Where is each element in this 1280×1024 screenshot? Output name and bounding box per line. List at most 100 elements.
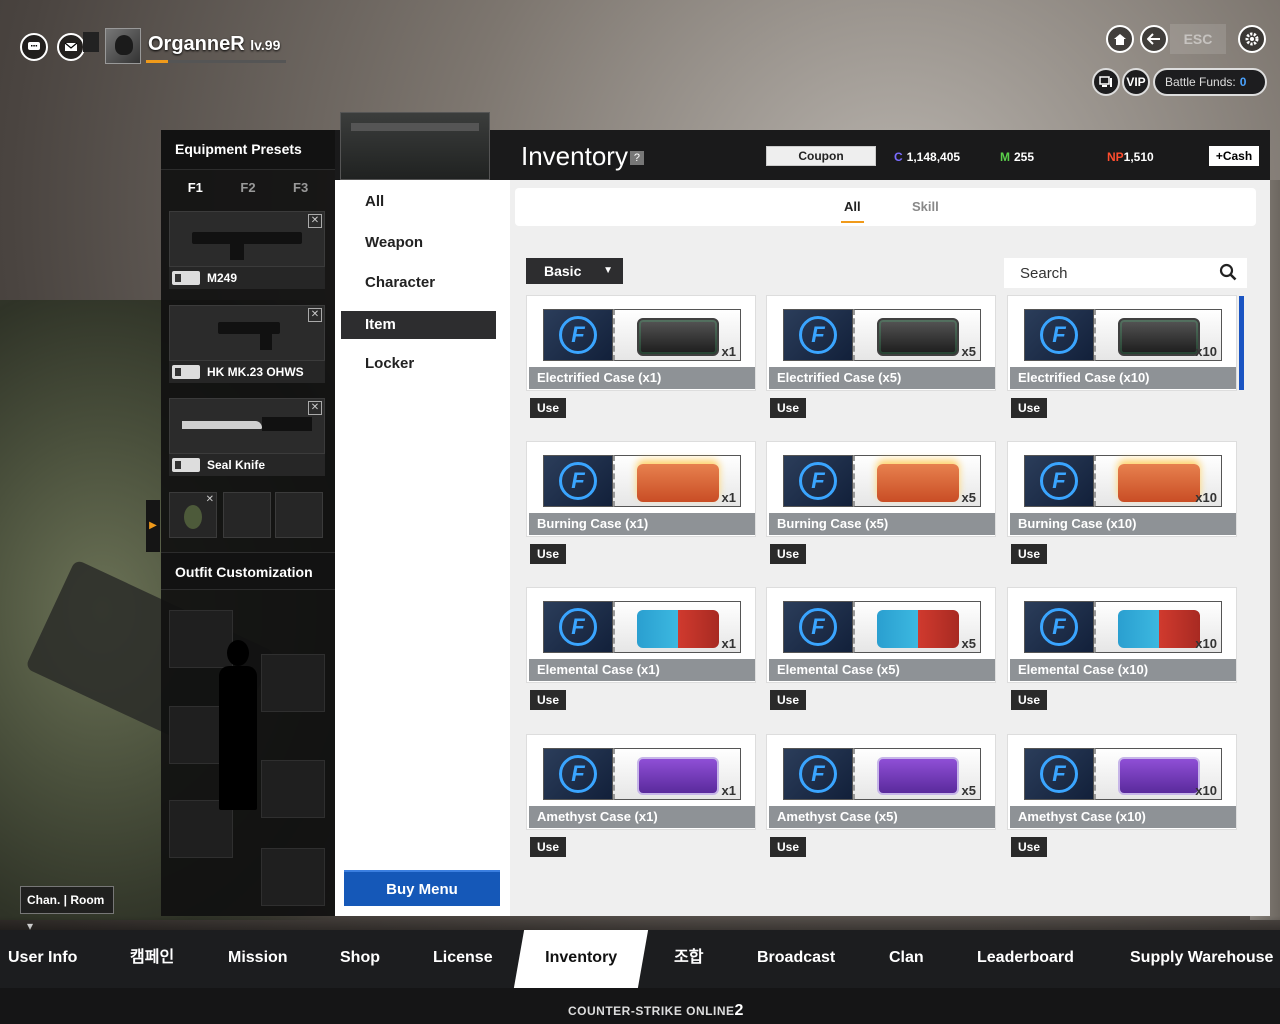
player-name: OrganneR lv.99 bbox=[148, 33, 280, 56]
preset-tab-f3[interactable]: F3 bbox=[286, 180, 316, 208]
item-card[interactable]: x1 Electrified Case (x1) bbox=[526, 295, 756, 391]
avatar[interactable] bbox=[105, 28, 141, 64]
machine-gun-icon bbox=[192, 232, 302, 244]
channel-room-button[interactable]: Chan. | Room ▾ bbox=[20, 886, 114, 933]
use-button[interactable]: Use bbox=[770, 398, 806, 418]
empty-grenade-slot[interactable] bbox=[275, 492, 323, 538]
subtab-all[interactable]: All bbox=[841, 199, 864, 223]
remove-secondary-icon[interactable]: ✕ bbox=[308, 308, 322, 322]
remove-melee-icon[interactable]: ✕ bbox=[308, 401, 322, 415]
filter-dropdown[interactable]: Basic ▼ bbox=[526, 258, 623, 284]
nav-combine[interactable]: 조합 bbox=[674, 930, 703, 988]
search-icon[interactable] bbox=[1219, 263, 1237, 281]
add-cash-button[interactable]: +Cash bbox=[1209, 146, 1259, 166]
mail-icon[interactable] bbox=[57, 33, 85, 61]
item-name: Electrified Case (x5) bbox=[769, 367, 995, 389]
nav-leaderboard[interactable]: Leaderboard bbox=[977, 930, 1074, 988]
item-name: Amethyst Case (x5) bbox=[769, 806, 995, 828]
use-button[interactable]: Use bbox=[530, 837, 566, 857]
exp-bar bbox=[146, 60, 286, 63]
item-card[interactable]: x5 Burning Case (x5) bbox=[766, 441, 996, 537]
nav-mission[interactable]: Mission bbox=[228, 930, 288, 988]
subtab-skill[interactable]: Skill bbox=[912, 199, 939, 214]
home-icon[interactable] bbox=[1106, 25, 1134, 53]
use-button[interactable]: Use bbox=[770, 690, 806, 710]
use-button[interactable]: Use bbox=[530, 690, 566, 710]
use-button[interactable]: Use bbox=[1011, 690, 1047, 710]
preset-tab-f1[interactable]: F1 bbox=[180, 180, 210, 218]
nav-clan[interactable]: Clan bbox=[889, 930, 924, 988]
nav-campaign[interactable]: 캠페인 bbox=[130, 930, 174, 988]
preset-tab-f2[interactable]: F2 bbox=[233, 180, 263, 208]
nav-broadcast[interactable]: Broadcast bbox=[757, 930, 835, 988]
esc-button[interactable]: ESC bbox=[1170, 24, 1226, 54]
coupon-button[interactable]: Coupon bbox=[766, 146, 876, 166]
id-card-icon bbox=[172, 365, 200, 379]
use-button[interactable]: Use bbox=[770, 837, 806, 857]
currency-c: C 1,148,405 bbox=[894, 150, 960, 164]
chat-icon[interactable] bbox=[20, 33, 48, 61]
category-all[interactable]: All bbox=[341, 188, 496, 216]
item-card[interactable]: x10 Amethyst Case (x10) bbox=[1007, 734, 1237, 830]
use-button[interactable]: Use bbox=[1011, 544, 1047, 564]
primary-weapon-slot[interactable]: ✕ bbox=[169, 211, 325, 267]
category-item[interactable]: Item bbox=[341, 311, 496, 339]
item-image: x10 bbox=[1094, 601, 1222, 653]
item-card[interactable]: x5 Amethyst Case (x5) bbox=[766, 734, 996, 830]
item-card[interactable]: x1 Amethyst Case (x1) bbox=[526, 734, 756, 830]
nav-user-info[interactable]: User Info bbox=[8, 930, 77, 988]
brand-logo-icon bbox=[799, 755, 837, 793]
item-card[interactable]: x10 Elemental Case (x10) bbox=[1007, 587, 1237, 683]
melee-weapon-label: Seal Knife bbox=[169, 454, 325, 476]
outfit-slot[interactable] bbox=[261, 760, 325, 818]
item-card[interactable]: x10 Burning Case (x10) bbox=[1007, 441, 1237, 537]
search-input[interactable] bbox=[1004, 258, 1204, 288]
category-character[interactable]: Character bbox=[341, 269, 496, 297]
outfit-slot[interactable] bbox=[261, 848, 325, 906]
game-logo: COUNTER-STRIKE ONLINE2 bbox=[568, 1002, 744, 1020]
nav-license[interactable]: License bbox=[433, 930, 493, 988]
use-button[interactable]: Use bbox=[530, 398, 566, 418]
outfit-slot[interactable] bbox=[261, 654, 325, 712]
nav-supply-warehouse[interactable]: Supply Warehouse bbox=[1130, 930, 1273, 988]
item-card[interactable]: x10 Electrified Case (x10) bbox=[1007, 295, 1237, 391]
vip-badge[interactable]: VIP bbox=[1122, 68, 1150, 96]
brand-logo-icon bbox=[559, 462, 597, 500]
player-level: lv.99 bbox=[250, 37, 281, 53]
item-card[interactable]: x5 Electrified Case (x5) bbox=[766, 295, 996, 391]
item-card[interactable]: x5 Elemental Case (x5) bbox=[766, 587, 996, 683]
primary-weapon-label: M249 bbox=[169, 267, 325, 289]
remove-grenade-icon[interactable]: ✕ bbox=[206, 494, 214, 505]
help-icon[interactable]: ? bbox=[629, 151, 644, 166]
buy-menu-button[interactable]: Buy Menu bbox=[344, 870, 500, 906]
pc-cafe-icon[interactable] bbox=[1092, 68, 1120, 96]
item-card[interactable]: x1 Burning Case (x1) bbox=[526, 441, 756, 537]
item-image: x10 bbox=[1094, 748, 1222, 800]
currency-np-symbol: NP bbox=[1107, 150, 1124, 164]
mail-tab-indicator bbox=[83, 32, 99, 52]
gear-icon[interactable] bbox=[1238, 25, 1266, 53]
item-name: Elemental Case (x5) bbox=[769, 659, 995, 681]
item-card[interactable]: x1 Elemental Case (x1) bbox=[526, 587, 756, 683]
item-quantity: x1 bbox=[721, 490, 736, 505]
nav-shop[interactable]: Shop bbox=[340, 930, 380, 988]
use-button[interactable]: Use bbox=[770, 544, 806, 564]
character-silhouette bbox=[213, 640, 263, 810]
use-button[interactable]: Use bbox=[1011, 398, 1047, 418]
use-button[interactable]: Use bbox=[1011, 837, 1047, 857]
melee-weapon-slot[interactable]: ✕ bbox=[169, 398, 325, 454]
use-button[interactable]: Use bbox=[530, 544, 566, 564]
category-locker[interactable]: Locker bbox=[341, 350, 496, 378]
empty-grenade-slot[interactable] bbox=[223, 492, 271, 538]
scrollbar-thumb[interactable] bbox=[1239, 296, 1244, 390]
outfit-customization-title[interactable]: Outfit Customization bbox=[161, 552, 335, 590]
currency-m: M 255 bbox=[1000, 150, 1034, 164]
filter-selected: Basic bbox=[544, 263, 582, 279]
back-arrow-icon[interactable] bbox=[1140, 25, 1168, 53]
category-weapon[interactable]: Weapon bbox=[341, 229, 496, 257]
expand-panel-icon[interactable]: ▶ bbox=[146, 500, 160, 552]
nav-inventory[interactable]: Inventory bbox=[513, 930, 649, 988]
secondary-weapon-slot[interactable]: ✕ bbox=[169, 305, 325, 361]
remove-primary-icon[interactable]: ✕ bbox=[308, 214, 322, 228]
grenade-slot[interactable]: ✕ bbox=[169, 492, 217, 538]
